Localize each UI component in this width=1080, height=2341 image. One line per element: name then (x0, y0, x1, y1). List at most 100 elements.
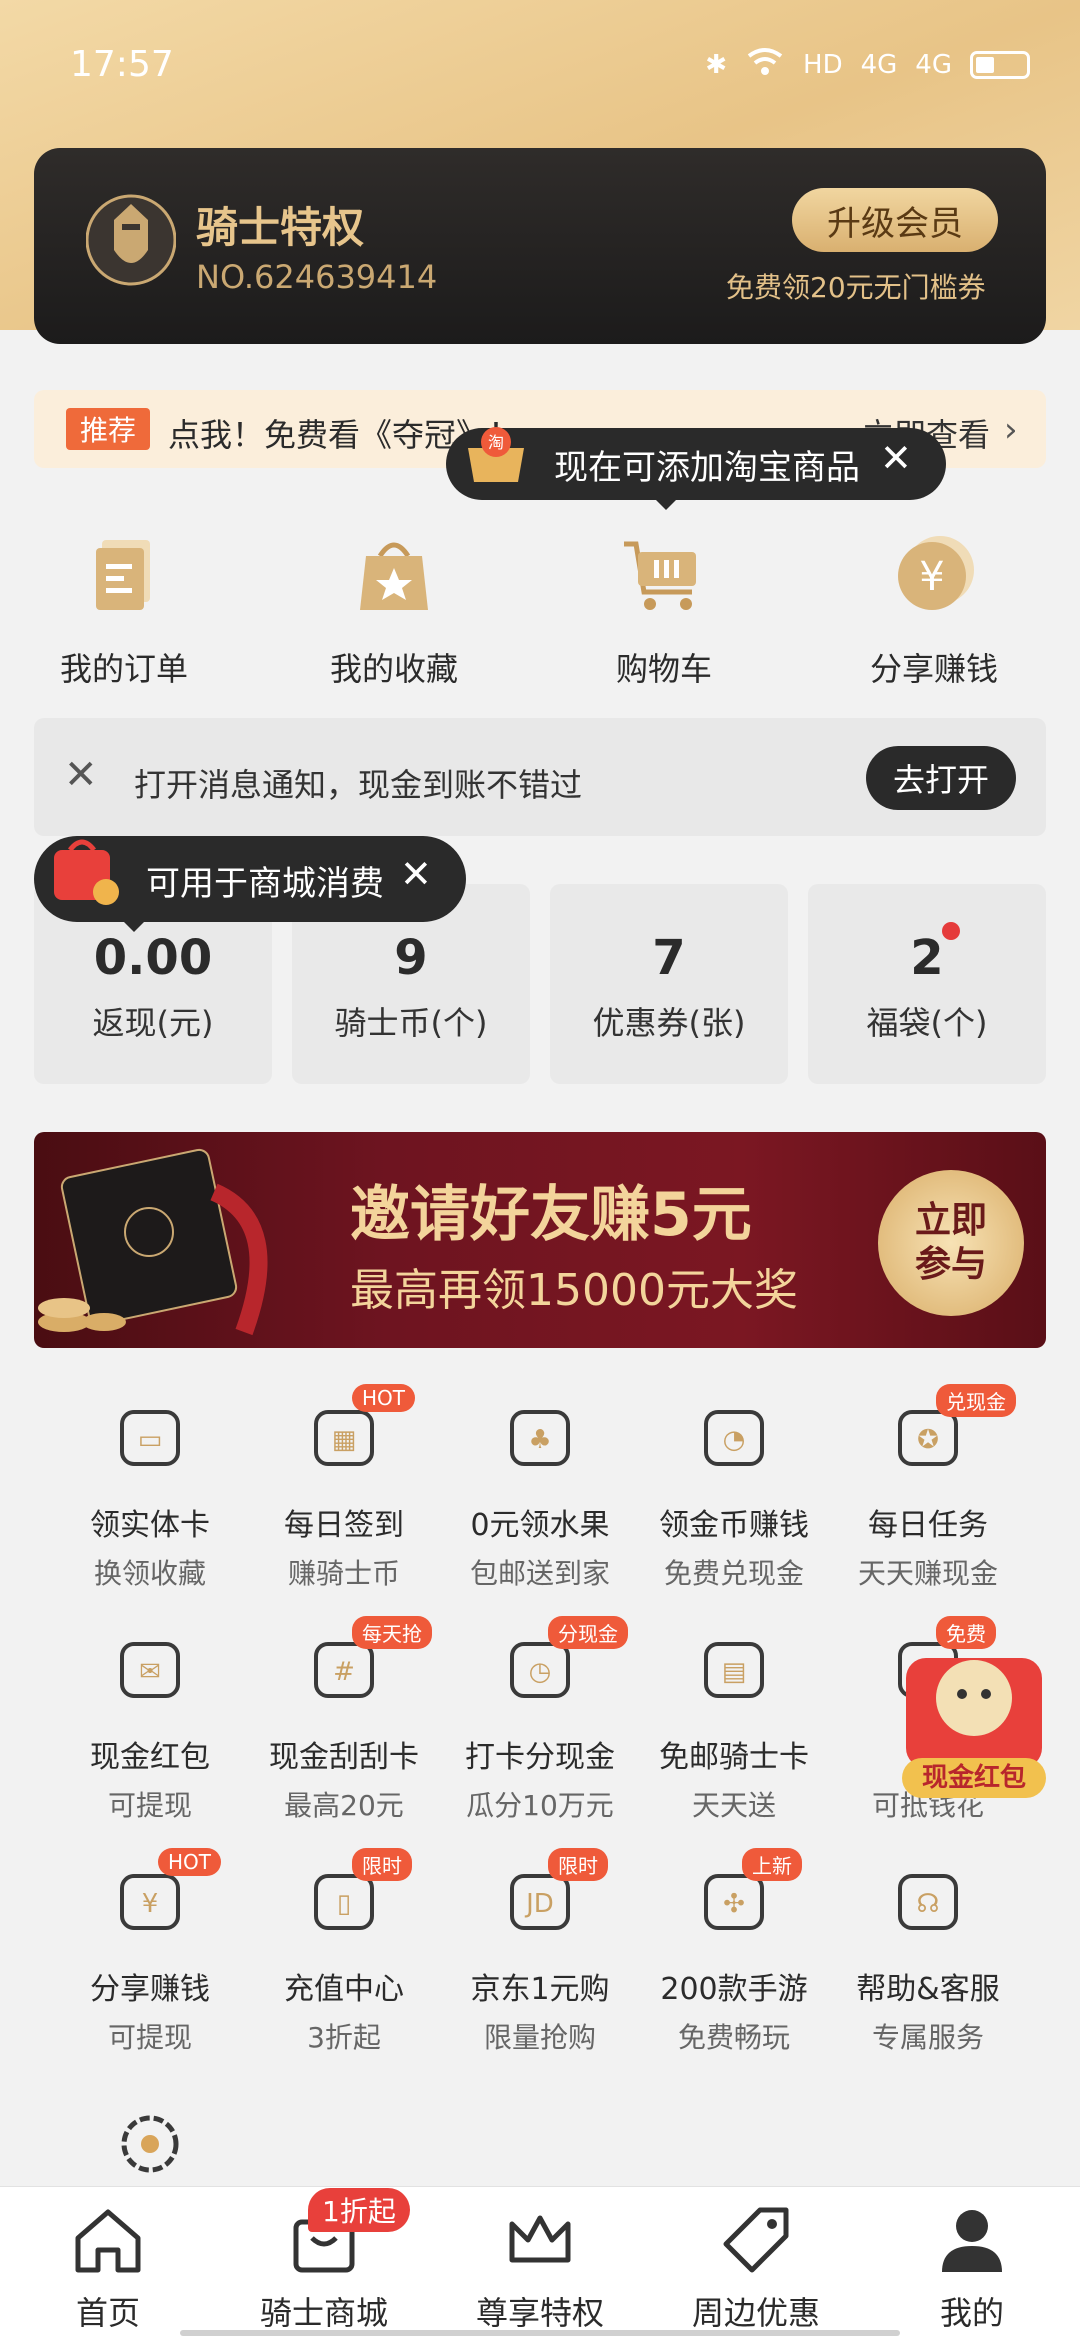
shortcut-orders[interactable]: 我的订单 (24, 524, 224, 690)
grid-title: 领金币赚钱 (659, 1508, 809, 1543)
piggy-bank-icon: ◔ (694, 1398, 774, 1478)
grid-item[interactable]: JD 限时京东1元购限量抢购 (442, 1848, 638, 2056)
grid-title: 京东1元购 (470, 1972, 610, 2007)
black-card-illustration (38, 1148, 268, 1336)
taobao-tooltip-text: 现在可添加淘宝商品 (554, 448, 860, 488)
crown-icon (509, 2215, 571, 2263)
hd-indicator: HD (803, 49, 843, 80)
phone-icon: ▯ 限时 (304, 1848, 412, 1942)
stat-value: 2 (910, 930, 944, 986)
stat-label: 优惠券(张) (592, 1004, 746, 1042)
grid-subtitle: 最高20元 (284, 1789, 404, 1822)
stat-label: 骑士币(个) (334, 1004, 488, 1042)
grid-item[interactable]: ◷ 分现金 打卡分现金 瓜分10万元 (442, 1616, 638, 1824)
svg-text:✣: ✣ (723, 1889, 745, 1919)
jd-icon: JD 限时 (500, 1848, 608, 1942)
tooltip-arrow (120, 918, 148, 932)
stat-coupons[interactable]: 7 优惠券(张) (550, 884, 788, 1084)
mall-tooltip-text: 可用于商城消费 (146, 864, 384, 904)
recommend-tag: 推荐 (66, 408, 150, 450)
grid-title: 每日任务 (868, 1508, 988, 1543)
stat-value: 0.00 (93, 930, 213, 986)
stat-label: 返现(元) (92, 1004, 214, 1042)
red-envelope-icon: ✉ (110, 1630, 190, 1710)
coupon-hint[interactable]: 免费领20元无门槛券 (726, 266, 986, 306)
grid-item[interactable]: ▤ 免邮骑士卡 天天送 (636, 1630, 832, 1824)
svg-text:现金红包: 现金红包 (922, 1762, 1026, 1793)
stat-value: 9 (394, 930, 428, 986)
shortcut-favorites[interactable]: 我的收藏 (294, 524, 494, 690)
grid-badge: 限时 (548, 1848, 608, 1881)
grid-item[interactable]: ✪ 兑现金 每日任务 天天赚现金 (830, 1384, 1026, 1592)
nav-nearby-deals[interactable]: 周边优惠 (656, 2200, 856, 2334)
grid-item[interactable]: ¥ HOT 分享赚钱 可提现 (52, 1848, 248, 2056)
grid-badge: 分现金 (548, 1616, 628, 1649)
grid-item[interactable]: ☊ 帮助&客服 专属服务 (830, 1862, 1026, 2056)
knight-card-icon: ▤ (694, 1630, 774, 1710)
grid-subtitle: 换领收藏 (93, 1557, 206, 1590)
shortcut-cart[interactable]: 购物车 (564, 524, 764, 690)
unread-dot (942, 922, 960, 940)
grid-subtitle: 瓜分10万元 (466, 1789, 614, 1822)
svg-text:▤: ▤ (722, 1657, 747, 1687)
grid-item[interactable]: ▯ 限时 充值中心 3折起 (246, 1848, 442, 2056)
grid-title: 现金刮刮卡 (269, 1740, 419, 1775)
grid-title: 200款手游 (660, 1972, 808, 2007)
nav-privileges[interactable]: 尊享特权 (440, 2200, 640, 2334)
svg-text:▦: ▦ (332, 1425, 357, 1455)
grid-subtitle: 包邮送到家 (469, 1557, 610, 1590)
grid-item[interactable]: ♣ 0元领水果 包邮送到家 (442, 1398, 638, 1592)
shortcut-share[interactable]: ¥ 分享赚钱 (834, 524, 1034, 690)
grid-item[interactable]: ✉ 现金红包可提现 (52, 1630, 248, 1824)
nav-home[interactable]: 首页 (8, 2200, 208, 2334)
tree-icon: ♣ (500, 1398, 580, 1478)
close-icon[interactable]: ✕ (64, 752, 98, 798)
notification-text: 打开消息通知，现金到账不错过 (134, 766, 583, 804)
cash-red-packet-float[interactable]: 现金红包 (896, 1628, 1052, 1808)
stat-value: 7 (652, 930, 686, 986)
grid-title: 帮助&客服 (856, 1972, 1000, 2007)
grid-item[interactable]: ▦ HOT 每日签到 赚骑士币 (246, 1384, 442, 1592)
svg-text:◔: ◔ (723, 1425, 746, 1455)
tag-icon (723, 2207, 789, 2273)
svg-text:#: # (333, 1657, 355, 1687)
grid-subtitle: 可提现 (107, 1789, 192, 1822)
shortcut-label: 购物车 (615, 650, 712, 688)
nav-label: 尊享特权 (475, 2294, 604, 2332)
grid-item[interactable]: # 每天抢现金刮刮卡最高20元 (246, 1616, 442, 1824)
grid-subtitle: 3折起 (307, 2021, 381, 2054)
join-now-button[interactable]: 立即 参与 (878, 1170, 1024, 1316)
grid-title: 打卡分现金 (465, 1740, 615, 1775)
grid-title: 现金红包 (90, 1740, 210, 1775)
grid-item[interactable]: ◔ 领金币赚钱 免费兑现金 (636, 1398, 832, 1592)
svg-text:▯: ▯ (337, 1889, 351, 1919)
svg-text:¥: ¥ (919, 554, 944, 600)
close-icon[interactable]: ✕ (880, 436, 912, 480)
nav-profile[interactable]: 我的 (872, 2200, 1072, 2334)
close-icon[interactable]: ✕ (400, 852, 432, 896)
signal-4g-2: 4G (915, 49, 952, 80)
grid-badge: 兑现金 (936, 1384, 1016, 1417)
stat-lucky-bags[interactable]: 2 福袋(个) (808, 884, 1046, 1084)
grid-item[interactable]: ▭ 领实体卡 换领收藏 (52, 1398, 248, 1592)
join-now-line2: 参与 (914, 1244, 987, 1285)
grid-item[interactable]: ✣ 上新 200款手游 免费畅玩 (636, 1848, 832, 2056)
shortcut-label: 我的收藏 (329, 650, 458, 688)
grid-subtitle: 限量抢购 (483, 2021, 596, 2054)
headset-icon: ☊ (888, 1862, 968, 1942)
grid-title: 免邮骑士卡 (659, 1740, 809, 1775)
medal-icon: ✪ 兑现金 (888, 1384, 1016, 1478)
nav-label: 周边优惠 (691, 2294, 820, 2332)
favorite-bag-icon (360, 542, 428, 610)
chevron-right-icon: › (1004, 410, 1018, 450)
knight-logo-icon (86, 194, 176, 286)
scratch-card-icon: # 每天抢 (304, 1616, 432, 1710)
home-icon (75, 2209, 141, 2273)
enable-notification-button[interactable]: 去打开 (866, 746, 1016, 810)
upgrade-button[interactable]: 升级会员 (792, 188, 998, 252)
grid-subtitle: 免费畅玩 (677, 2021, 790, 2054)
svg-text:¥: ¥ (142, 1889, 159, 1919)
settings-gear-icon[interactable] (112, 2106, 188, 2186)
grid-subtitle: 可提现 (107, 2021, 192, 2054)
svg-text:JD: JD (524, 1889, 554, 1919)
